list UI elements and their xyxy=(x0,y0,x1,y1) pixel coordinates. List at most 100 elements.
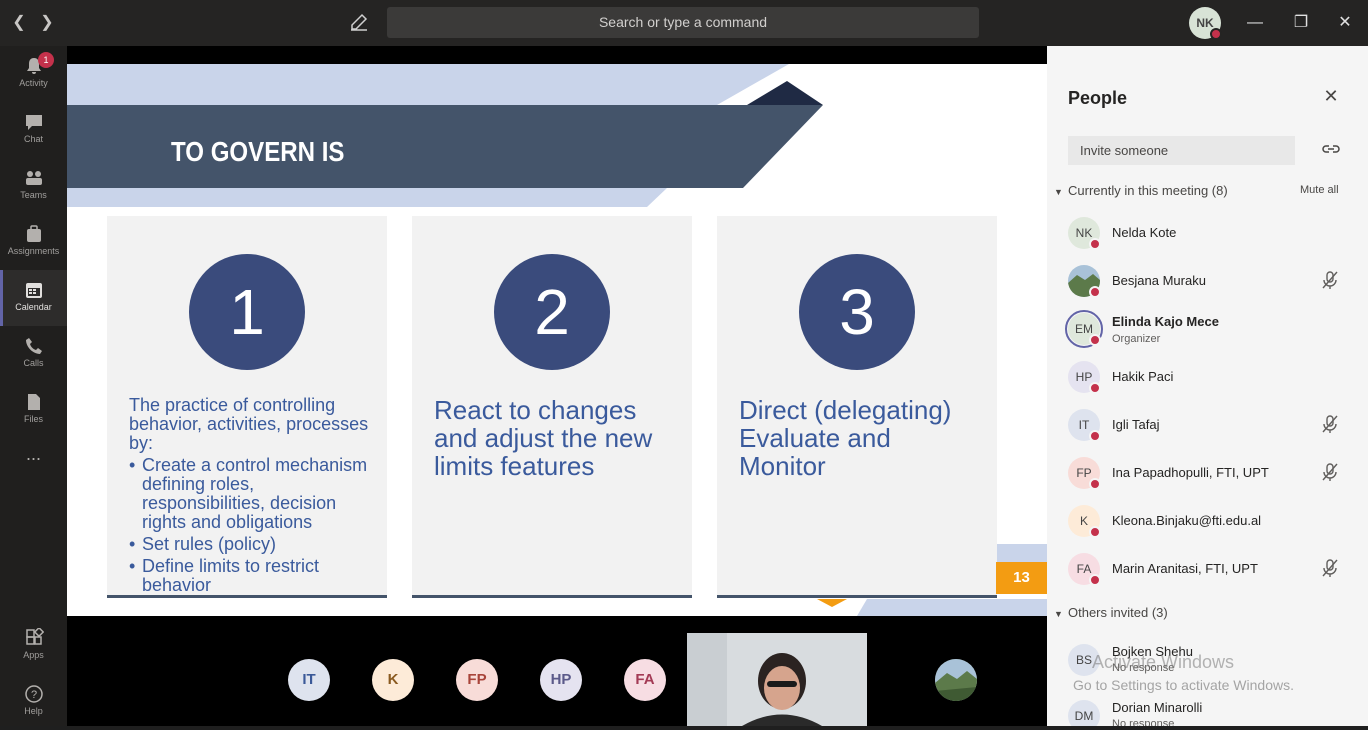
video-person-image xyxy=(687,633,867,726)
panel-title: People xyxy=(1068,88,1128,108)
participant-name: Hakik Paci xyxy=(1112,369,1174,384)
mic-off-icon[interactable] xyxy=(1320,462,1340,482)
back-arrow-icon[interactable]: ❮ xyxy=(8,12,30,34)
invite-input[interactable]: Invite someone xyxy=(1068,136,1295,165)
calendar-icon xyxy=(25,283,42,298)
slide-title: TO GOVERN IS xyxy=(171,136,345,167)
rail-apps[interactable]: Apps xyxy=(0,618,67,674)
status-dot xyxy=(1089,238,1101,250)
status-dot xyxy=(1089,382,1101,394)
invited-row[interactable]: DM Dorian Minarolli No response xyxy=(1047,694,1368,726)
status-dot xyxy=(1089,478,1101,490)
mic-off-icon[interactable] xyxy=(1320,270,1340,290)
status-dot xyxy=(1210,28,1222,40)
rail-label: Activity xyxy=(19,78,48,88)
status-dot xyxy=(1089,286,1101,298)
participant-row[interactable]: NK Nelda Kote xyxy=(1047,211,1368,259)
avatar: DM xyxy=(1068,700,1100,726)
participant-row[interactable]: HP Hakik Paci xyxy=(1047,355,1368,403)
search-bar[interactable]: Search or type a command xyxy=(387,7,979,38)
participant-status: No response xyxy=(1112,718,1175,726)
rail-label: Teams xyxy=(20,190,47,200)
participant-row[interactable]: K Kleona.Binjaku@fti.edu.al xyxy=(1047,499,1368,547)
participant-thumb[interactable]: K xyxy=(372,659,414,701)
landscape-avatar-image xyxy=(935,659,977,701)
close-icon[interactable]: ✕ xyxy=(1321,86,1341,106)
mic-off-icon[interactable] xyxy=(1320,414,1340,434)
card-number: 3 xyxy=(799,254,915,370)
card-number: 2 xyxy=(494,254,610,370)
participant-thumb[interactable]: FP xyxy=(456,659,498,701)
participant-row[interactable]: IT Igli Tafaj xyxy=(1047,403,1368,451)
app-rail: Activity 1 Chat Teams Assignments Calend… xyxy=(0,46,67,726)
card-intro: The practice of controlling behavior, ac… xyxy=(129,395,369,453)
help-icon: ? xyxy=(24,685,43,703)
rail-label: Assignments xyxy=(7,246,60,256)
chat-icon xyxy=(25,115,42,130)
assignments-icon xyxy=(26,225,41,242)
compose-icon[interactable] xyxy=(348,11,372,35)
participant-name: Kleona.Binjaku@fti.edu.al xyxy=(1112,513,1262,528)
participant-row[interactable]: FA Marin Aranitasi, FTI, UPT xyxy=(1047,547,1368,595)
people-panel: People ✕ Invite someone ▼ Currently in th… xyxy=(1047,46,1368,726)
participant-name: Besjana Muraku xyxy=(1112,273,1206,288)
maximize-icon[interactable]: ❐ xyxy=(1289,12,1313,34)
participant-name: Igli Tafaj xyxy=(1112,417,1160,432)
svg-text:?: ? xyxy=(30,689,36,701)
forward-arrow-icon[interactable]: ❯ xyxy=(36,12,58,34)
activation-watermark-title: Activate Windows xyxy=(1092,652,1235,672)
rail-label: Calendar xyxy=(15,302,52,312)
slide-page-number: 13 xyxy=(996,562,1047,594)
rail-label: Chat xyxy=(23,134,43,144)
invited-section-header[interactable]: ▼ Others invited (3) xyxy=(1054,605,1168,620)
rail-calls[interactable]: Calls xyxy=(0,326,67,382)
activity-badge: 1 xyxy=(38,52,54,68)
chevron-down-icon: ▼ xyxy=(1054,609,1063,619)
phone-icon xyxy=(25,338,42,354)
status-dot xyxy=(1089,574,1101,586)
rail-label: Apps xyxy=(23,650,44,660)
rail-label: Help xyxy=(24,706,43,716)
rail-teams[interactable]: Teams xyxy=(0,158,67,214)
card-text: The practice of controlling behavior, ac… xyxy=(129,396,369,595)
slide-card-2: 2 React to changes and adjust the new li… xyxy=(412,216,692,598)
current-section-header[interactable]: ▼ Currently in this meeting (8) xyxy=(1054,183,1228,198)
mic-off-icon[interactable] xyxy=(1320,558,1340,578)
rail-chat[interactable]: Chat xyxy=(0,102,67,158)
section-label: Others invited (3) xyxy=(1068,605,1168,620)
section-label: Currently in this meeting (8) xyxy=(1068,183,1228,198)
chevron-down-icon: ▼ xyxy=(1054,187,1063,197)
status-dot xyxy=(1089,430,1101,442)
participant-thumb[interactable]: FA xyxy=(624,659,666,701)
participant-thumb[interactable]: HP xyxy=(540,659,582,701)
close-window-icon[interactable]: ✕ xyxy=(1333,12,1357,34)
slide-card-3: 3 Direct (delegating) Evaluate and Monit… xyxy=(717,216,997,598)
rail-label: Files xyxy=(23,414,43,424)
more-apps-icon[interactable]: ... xyxy=(0,444,67,474)
participant-thumb-photo[interactable] xyxy=(935,659,977,701)
participant-name: Marin Aranitasi, FTI, UPT xyxy=(1112,561,1258,576)
rail-help[interactable]: ? Help xyxy=(0,674,67,730)
rail-activity[interactable]: Activity 1 xyxy=(0,46,67,102)
card-bullet: Create a control mechanism defining role… xyxy=(129,456,369,532)
link-icon[interactable] xyxy=(1321,139,1341,159)
participant-row[interactable]: Besjana Muraku xyxy=(1047,259,1368,307)
status-dot xyxy=(1089,334,1101,346)
participant-video[interactable] xyxy=(687,633,867,726)
status-dot xyxy=(1089,526,1101,538)
shared-slide: TO GOVERN IS 1 The practice of controlli… xyxy=(67,64,1047,616)
activation-watermark-text: Go to Settings to activate Windows. xyxy=(1073,677,1294,693)
rail-assignments[interactable]: Assignments xyxy=(0,214,67,270)
mute-all-button[interactable]: Mute all xyxy=(1300,184,1339,196)
minimize-icon[interactable]: — xyxy=(1243,12,1267,34)
participant-row[interactable]: EM Elinda Kajo Mece Organizer xyxy=(1047,307,1368,355)
participant-thumb[interactable]: IT xyxy=(288,659,330,701)
title-bar: ❮ ❯ Search or type a command NK — ❐ ✕ xyxy=(0,0,1368,46)
rail-files[interactable]: Files xyxy=(0,382,67,438)
participant-name: Ina Papadhopulli, FTI, UPT xyxy=(1112,465,1269,480)
card-bullet: Set rules (policy) xyxy=(129,535,369,555)
rail-calendar[interactable]: Calendar xyxy=(0,270,67,326)
participant-row[interactable]: FP Ina Papadhopulli, FTI, UPT xyxy=(1047,451,1368,499)
participant-name: Elinda Kajo Mece xyxy=(1112,314,1219,329)
participant-role: Organizer xyxy=(1112,333,1161,345)
